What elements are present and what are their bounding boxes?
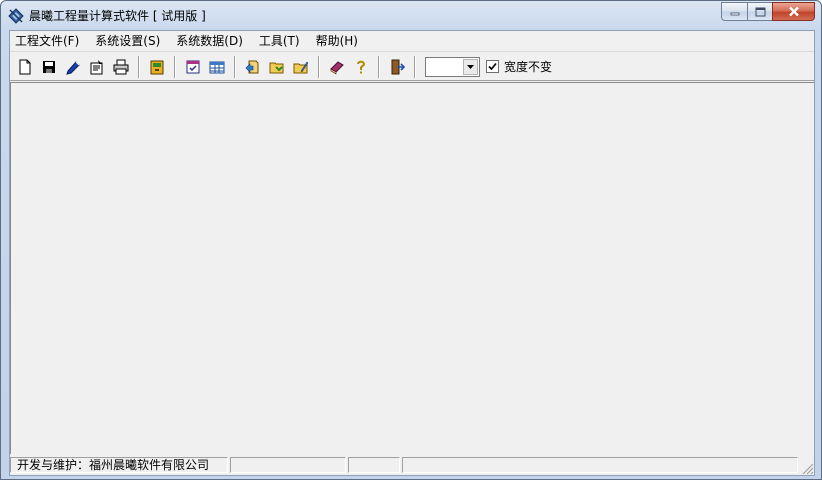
workspace-area[interactable] <box>10 82 814 454</box>
menu-system-settings[interactable]: 系统设置(S) <box>87 32 168 51</box>
properties-button[interactable] <box>85 55 109 79</box>
resize-grip-icon[interactable] <box>800 461 814 475</box>
checkbox-box[interactable] <box>486 60 499 73</box>
menu-tools[interactable]: 工具(T) <box>251 32 308 51</box>
menu-system-data[interactable]: 系统数据(D) <box>168 32 251 51</box>
menu-bar: 工程文件(F) 系统设置(S) 系统数据(D) 工具(T) 帮助(H) <box>10 31 814 52</box>
title-bar[interactable]: 晨曦工程量计算式软件 [ 试用版 ] <box>1 1 821 30</box>
document-check-button[interactable] <box>181 55 205 79</box>
open-folder-icon <box>269 62 284 73</box>
document-check-icon <box>186 60 200 73</box>
exit-button[interactable] <box>385 55 409 79</box>
exit-icon <box>391 59 405 74</box>
save-icon <box>43 60 55 73</box>
client-area: 工程文件(F) 系统设置(S) 系统数据(D) 工具(T) 帮助(H) 宽度不变… <box>9 30 815 476</box>
maximize-button[interactable] <box>747 2 772 21</box>
open-button[interactable] <box>265 55 289 79</box>
help-button[interactable] <box>349 55 373 79</box>
book-icon <box>330 60 344 75</box>
edit-button[interactable] <box>61 55 85 79</box>
menu-help[interactable]: 帮助(H) <box>308 32 366 51</box>
toolbar-separator <box>318 55 320 78</box>
print-icon <box>113 59 129 74</box>
window-title: 晨曦工程量计算式软件 [ 试用版 ] <box>29 9 206 23</box>
status-panel-developer: 开发与维护：福州晨曦软件有限公司 <box>10 457 228 473</box>
print-button[interactable] <box>109 55 133 79</box>
save-button[interactable] <box>37 55 61 79</box>
toolbar-separator <box>174 55 176 78</box>
status-panel-2 <box>230 457 346 473</box>
properties-icon <box>90 59 103 74</box>
app-window: 晨曦工程量计算式软件 [ 试用版 ] 工程文件(F) 系统设置(S) 系统数据(… <box>0 0 822 480</box>
edit-folder-button[interactable] <box>289 55 313 79</box>
close-button[interactable] <box>772 2 815 21</box>
help-icon <box>357 60 366 73</box>
toolbar-separator <box>138 55 140 78</box>
checkmark-icon <box>488 62 497 71</box>
toolbar-separator <box>414 55 416 78</box>
import-button[interactable] <box>241 55 265 79</box>
edit-pen-icon <box>66 60 80 75</box>
close-icon <box>788 6 799 17</box>
minimize-icon <box>730 12 739 15</box>
caption-buttons <box>721 2 815 21</box>
export-button[interactable] <box>145 55 169 79</box>
keep-width-checkbox[interactable]: 宽度不变 <box>486 58 552 75</box>
table-icon <box>209 61 225 73</box>
select-dropdown-button[interactable] <box>463 58 478 75</box>
new-button[interactable] <box>13 55 37 79</box>
edit-folder-icon <box>293 61 309 73</box>
toolbar-separator <box>234 55 236 78</box>
status-panel-4 <box>402 457 798 473</box>
toolbar: 宽度不变 <box>10 53 814 81</box>
chevron-down-icon <box>467 64 474 69</box>
export-icon <box>150 60 164 74</box>
minimize-button[interactable] <box>721 2 747 21</box>
status-panel-3 <box>348 457 400 473</box>
app-logo-icon <box>8 8 24 24</box>
new-file-icon <box>19 59 31 74</box>
keep-width-label: 宽度不变 <box>504 60 553 74</box>
width-select[interactable] <box>425 56 480 77</box>
status-bar: 开发与维护：福州晨曦软件有限公司 <box>10 455 814 475</box>
table-button[interactable] <box>205 55 229 79</box>
maximize-icon <box>755 7 765 16</box>
toolbar-separator <box>378 55 380 78</box>
menu-project-file[interactable]: 工程文件(F) <box>10 32 87 51</box>
import-icon <box>245 60 259 73</box>
manual-button[interactable] <box>325 55 349 79</box>
